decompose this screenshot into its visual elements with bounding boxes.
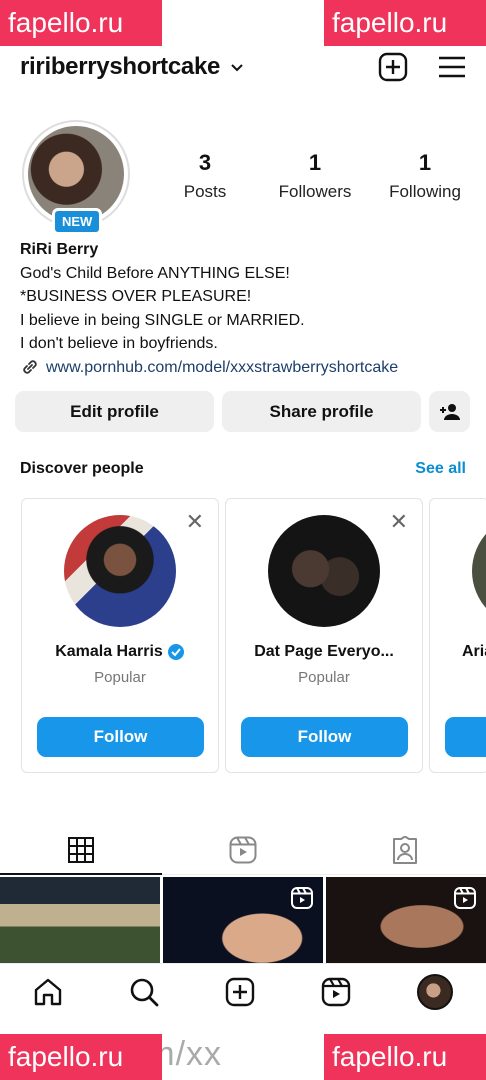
- link-icon: [23, 360, 37, 374]
- posts-grid: [0, 877, 486, 967]
- profile-header: ririberryshortcake: [0, 44, 486, 90]
- profile-stats: 3 Posts 1 Followers 1 Following: [150, 150, 480, 202]
- suggestion-avatar[interactable]: [268, 515, 380, 627]
- display-name: RiRi Berry: [20, 241, 99, 258]
- suggestion-card-partial[interactable]: Aria: [429, 498, 486, 773]
- discover-header: Discover people See all: [20, 460, 466, 478]
- add-person-icon: [439, 403, 460, 420]
- suggestion-subtitle: Popular: [298, 669, 350, 686]
- suggestion-name: Dat Page Everyo...: [254, 643, 394, 660]
- stat-label: Following: [389, 182, 461, 201]
- menu-icon[interactable]: [438, 55, 466, 79]
- create-post-icon[interactable]: [378, 52, 408, 82]
- stat-followers[interactable]: 1 Followers: [260, 150, 370, 202]
- share-profile-button[interactable]: Share profile: [222, 391, 421, 432]
- stat-number: 1: [308, 150, 322, 175]
- watermark-top-left: fapello.ru: [0, 0, 162, 46]
- discover-title: Discover people: [20, 460, 144, 477]
- see-all-link[interactable]: See all: [415, 460, 466, 478]
- tab-reels[interactable]: [162, 825, 324, 874]
- bio-line: God's Child Before ANYTHING ELSE!: [20, 264, 290, 282]
- post-thumbnail[interactable]: [326, 877, 486, 967]
- bio-line: *BUSINESS OVER PLEASURE!: [20, 288, 252, 305]
- watermark-bottom-left: fapello.ru: [0, 1034, 162, 1080]
- follow-button[interactable]: Follow: [241, 717, 408, 757]
- suggestion-card[interactable]: ✕ Kamala Harris Popular Follow: [21, 498, 219, 773]
- chevron-down-icon[interactable]: [230, 60, 244, 74]
- grid-icon: [68, 836, 94, 863]
- stat-number: 1: [418, 150, 432, 175]
- discover-cards: ✕ Kamala Harris Popular Follow ✕ Dat Pag…: [21, 498, 486, 773]
- discover-people-button[interactable]: [429, 391, 470, 432]
- username[interactable]: ririberryshortcake: [20, 53, 220, 81]
- stat-number: 3: [198, 150, 212, 175]
- reels-icon: [229, 836, 257, 863]
- suggestion-avatar[interactable]: [64, 515, 176, 627]
- bio-line: I don't believe in boyfriends.: [20, 335, 218, 352]
- verified-icon: [167, 644, 184, 660]
- profile-nav-avatar[interactable]: [417, 973, 453, 1010]
- suggestion-name: Kamala Harris: [22, 643, 218, 661]
- reels-nav-icon[interactable]: [321, 977, 351, 1007]
- follow-button[interactable]: [445, 717, 486, 757]
- stat-following[interactable]: 1 Following: [370, 150, 480, 202]
- edit-profile-button[interactable]: Edit profile: [15, 391, 214, 432]
- create-icon[interactable]: [225, 977, 255, 1007]
- search-icon[interactable]: [129, 977, 159, 1007]
- tab-tagged[interactable]: [324, 825, 486, 874]
- content-tabs: [0, 825, 486, 875]
- home-icon[interactable]: [33, 977, 63, 1007]
- post-thumbnail[interactable]: [0, 877, 160, 967]
- bio-line: I believe in being SINGLE or MARRIED.: [20, 311, 305, 329]
- follow-button[interactable]: Follow: [37, 717, 204, 757]
- stat-posts[interactable]: 3 Posts: [150, 150, 260, 202]
- bottom-nav: [0, 963, 486, 1019]
- reel-icon: [454, 887, 476, 909]
- profile-bio: RiRi Berry God's Child Before ANYTHING E…: [20, 238, 470, 379]
- watermark-top-right: fapello.ru: [324, 0, 486, 46]
- watermark-bottom-right: fapello.ru: [324, 1034, 486, 1080]
- suggestion-name: Aria: [462, 643, 486, 660]
- profile-actions: Edit profile Share profile: [15, 391, 471, 432]
- new-badge: NEW: [52, 208, 103, 235]
- suggestion-avatar[interactable]: [472, 515, 486, 627]
- tab-posts[interactable]: [0, 825, 162, 875]
- close-icon[interactable]: ✕: [390, 509, 408, 535]
- suggestion-subtitle: Popular: [94, 669, 146, 686]
- bio-link-text: www.pornhub.com/model/xxxstrawberryshort…: [46, 358, 399, 376]
- tagged-icon: [393, 835, 417, 864]
- stat-label: Posts: [183, 182, 227, 201]
- stat-label: Followers: [278, 182, 352, 201]
- suggestion-card[interactable]: ✕ Dat Page Everyo... Popular Follow: [225, 498, 423, 773]
- reel-icon: [291, 887, 313, 909]
- bio-link[interactable]: www.pornhub.com/model/xxxstrawberryshort…: [20, 356, 470, 380]
- close-icon[interactable]: ✕: [186, 509, 204, 535]
- post-thumbnail[interactable]: [163, 877, 323, 967]
